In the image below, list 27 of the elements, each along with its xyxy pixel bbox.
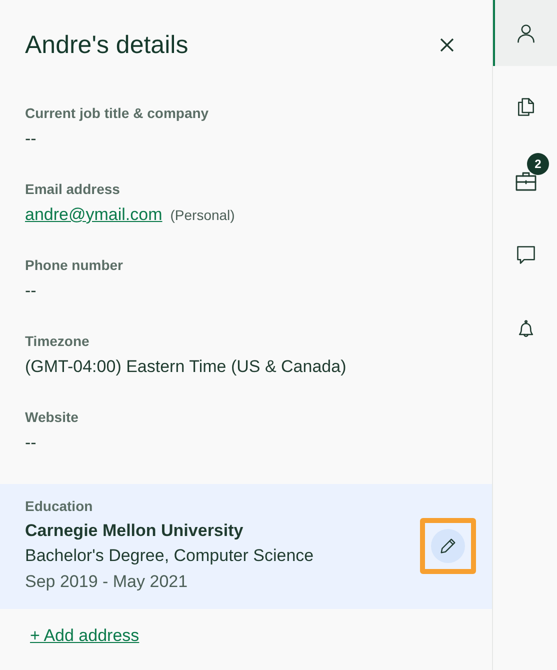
sidebar-tab[interactable]	[493, 0, 557, 66]
panel-title: Andre's details	[25, 30, 188, 60]
person-icon	[515, 22, 537, 44]
edit-button[interactable]	[431, 529, 465, 563]
field-value: --	[25, 128, 36, 150]
chat-icon	[515, 244, 537, 266]
add-address-link[interactable]: + Add address	[30, 626, 140, 645]
field-label: Current job title & company	[25, 104, 210, 122]
email-link[interactable]: andre@ymail.com	[25, 204, 162, 226]
field-label: Education	[25, 497, 94, 515]
field-value: --	[25, 280, 36, 302]
email-type: (Personal)	[170, 206, 235, 225]
field-value: (GMT-04:00) Eastern Time (US & Canada)	[25, 356, 346, 378]
count-badge: 2	[527, 153, 549, 175]
pencil-icon	[438, 536, 458, 556]
close-button[interactable]	[438, 36, 456, 54]
date-range: Sep 2019 - May 2021	[25, 571, 189, 593]
documents-icon	[515, 96, 537, 118]
field-value: --	[25, 432, 36, 454]
school-name: Carnegie Mellon University	[25, 520, 244, 542]
sidebar-tab[interactable]: 2	[493, 148, 557, 214]
field-label: Email address	[25, 180, 121, 198]
degree-text: Bachelor's Degree, Computer Science	[25, 545, 314, 567]
field-label: Phone number	[25, 256, 124, 274]
field-label: Timezone	[25, 332, 90, 350]
close-icon	[440, 38, 454, 52]
field-label: Website	[25, 408, 80, 426]
